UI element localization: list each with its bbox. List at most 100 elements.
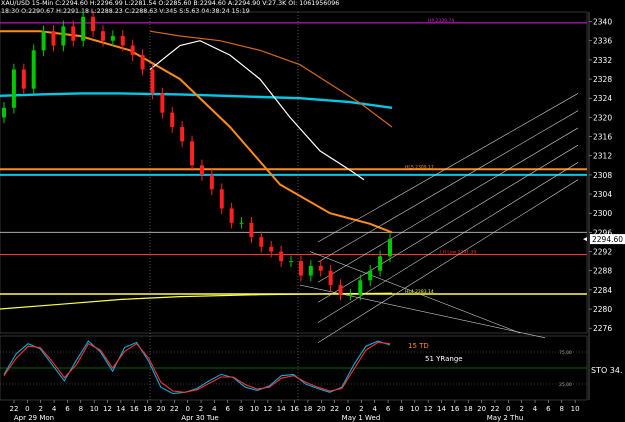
x-tick-label: 20 xyxy=(317,405,326,413)
price-bar xyxy=(219,189,224,209)
price-bar xyxy=(328,270,333,286)
x-tick-label: 6 xyxy=(65,405,70,413)
stochastic-line xyxy=(3,341,391,393)
x-tick-label: 6 xyxy=(226,405,231,413)
x-tick-label: 16 xyxy=(130,405,139,413)
y-tick-label: 2320 xyxy=(593,113,612,122)
last-price-label: 2294.60 xyxy=(592,235,623,244)
x-tick-label: 0 xyxy=(506,405,510,413)
price-bar xyxy=(160,93,165,113)
stochastic-y-label: 25.00 xyxy=(559,382,572,388)
y-tick-label: 2308 xyxy=(593,171,612,180)
price-bar xyxy=(279,251,284,262)
x-tick-label: 18 xyxy=(464,405,473,413)
day-label: May 1 Wed xyxy=(342,414,381,422)
x-tick-label: 0 xyxy=(25,405,29,413)
price-bar xyxy=(180,126,185,142)
stochastic-label: 51 YRange xyxy=(425,355,463,363)
day-label: Apr 29 Mon xyxy=(14,414,54,422)
price-bar xyxy=(120,35,125,46)
y-tick-label: 2292 xyxy=(593,248,612,257)
y-tick-label: 2300 xyxy=(593,209,612,218)
price-bar xyxy=(239,222,244,224)
price-bar xyxy=(41,31,46,51)
x-tick-label: 8 xyxy=(560,405,564,413)
x-tick-label: 2 xyxy=(519,405,523,413)
x-tick-label: 14 xyxy=(437,405,446,413)
price-bar xyxy=(209,174,214,190)
x-tick-label: 2 xyxy=(38,405,42,413)
price-bar xyxy=(11,69,16,108)
x-tick-label: 22 xyxy=(10,405,19,413)
price-bar xyxy=(358,280,363,295)
price-bar xyxy=(170,112,175,127)
x-tick-label: 8 xyxy=(399,405,403,413)
x-tick-label: 14 xyxy=(116,405,125,413)
level-label: HLS 2309.17 xyxy=(405,164,434,170)
x-tick-label: 6 xyxy=(546,405,551,413)
price-bar xyxy=(130,45,135,56)
price-bar xyxy=(21,69,26,89)
level-label: HP 2339.74 xyxy=(428,18,454,24)
price-bar xyxy=(229,208,234,223)
price-bar xyxy=(190,141,195,166)
price-bar xyxy=(348,294,353,296)
price-bar xyxy=(51,31,56,46)
y-tick-label: 2328 xyxy=(593,75,612,84)
stochastic-line xyxy=(3,340,391,395)
x-tick-label: 12 xyxy=(263,405,272,413)
price-bar xyxy=(31,50,36,89)
moving-average-line xyxy=(149,30,393,128)
stochastic-label: 15 TD xyxy=(408,342,429,350)
channel-line xyxy=(317,93,579,243)
chart-canvas: HP 2339.74HLS 2309.17LH Low 2291.39HL4 2… xyxy=(0,11,625,422)
price-bar xyxy=(199,165,204,175)
stochastic-label: STO 34. xyxy=(591,366,623,375)
x-tick-label: 12 xyxy=(103,405,112,413)
x-tick-label: 18 xyxy=(303,405,312,413)
x-tick-label: 12 xyxy=(424,405,433,413)
x-tick-label: 8 xyxy=(239,405,243,413)
x-tick-label: 4 xyxy=(372,405,377,413)
x-tick-label: 14 xyxy=(277,405,286,413)
y-tick-label: 2288 xyxy=(593,267,612,276)
x-tick-label: 22 xyxy=(330,405,339,413)
x-tick-label: 16 xyxy=(450,405,459,413)
y-tick-label: 2324 xyxy=(593,94,612,103)
price-bar xyxy=(388,239,392,257)
y-tick-label: 2332 xyxy=(593,56,612,65)
price-bar xyxy=(2,107,6,118)
y-tick-label: 2312 xyxy=(593,152,612,161)
x-tick-label: 0 xyxy=(185,405,189,413)
price-bar xyxy=(150,69,155,94)
price-bar xyxy=(100,31,105,41)
price-bar xyxy=(318,265,323,271)
y-tick-label: 2340 xyxy=(593,18,612,27)
x-tick-label: 10 xyxy=(410,405,419,413)
x-tick-label: 22 xyxy=(490,405,499,413)
x-tick-label: 22 xyxy=(170,405,179,413)
y-tick-label: 2276 xyxy=(593,324,612,333)
day-label: Apr 30 Tue xyxy=(181,414,218,422)
price-bar xyxy=(259,237,264,247)
y-tick-label: 2304 xyxy=(593,190,612,199)
y-tick-label: 2280 xyxy=(593,305,612,314)
y-tick-label: 2284 xyxy=(593,286,612,295)
moving-average-line xyxy=(0,30,393,234)
price-bar xyxy=(289,261,294,263)
price-bar xyxy=(81,16,86,41)
price-bar xyxy=(378,256,383,271)
price-bar xyxy=(110,35,115,41)
x-tick-label: 6 xyxy=(386,405,391,413)
moving-average-line xyxy=(0,292,393,310)
y-tick-label: 2316 xyxy=(593,133,612,142)
x-tick-label: 8 xyxy=(79,405,83,413)
channel-line xyxy=(317,127,579,283)
day-label: May 2 Thu xyxy=(487,414,524,422)
price-panel-frame xyxy=(0,11,588,334)
price-bar xyxy=(308,265,313,276)
x-tick-label: 20 xyxy=(477,405,486,413)
x-tick-label: 18 xyxy=(143,405,152,413)
price-bar xyxy=(338,285,343,295)
y-tick-label: 2336 xyxy=(593,37,612,46)
